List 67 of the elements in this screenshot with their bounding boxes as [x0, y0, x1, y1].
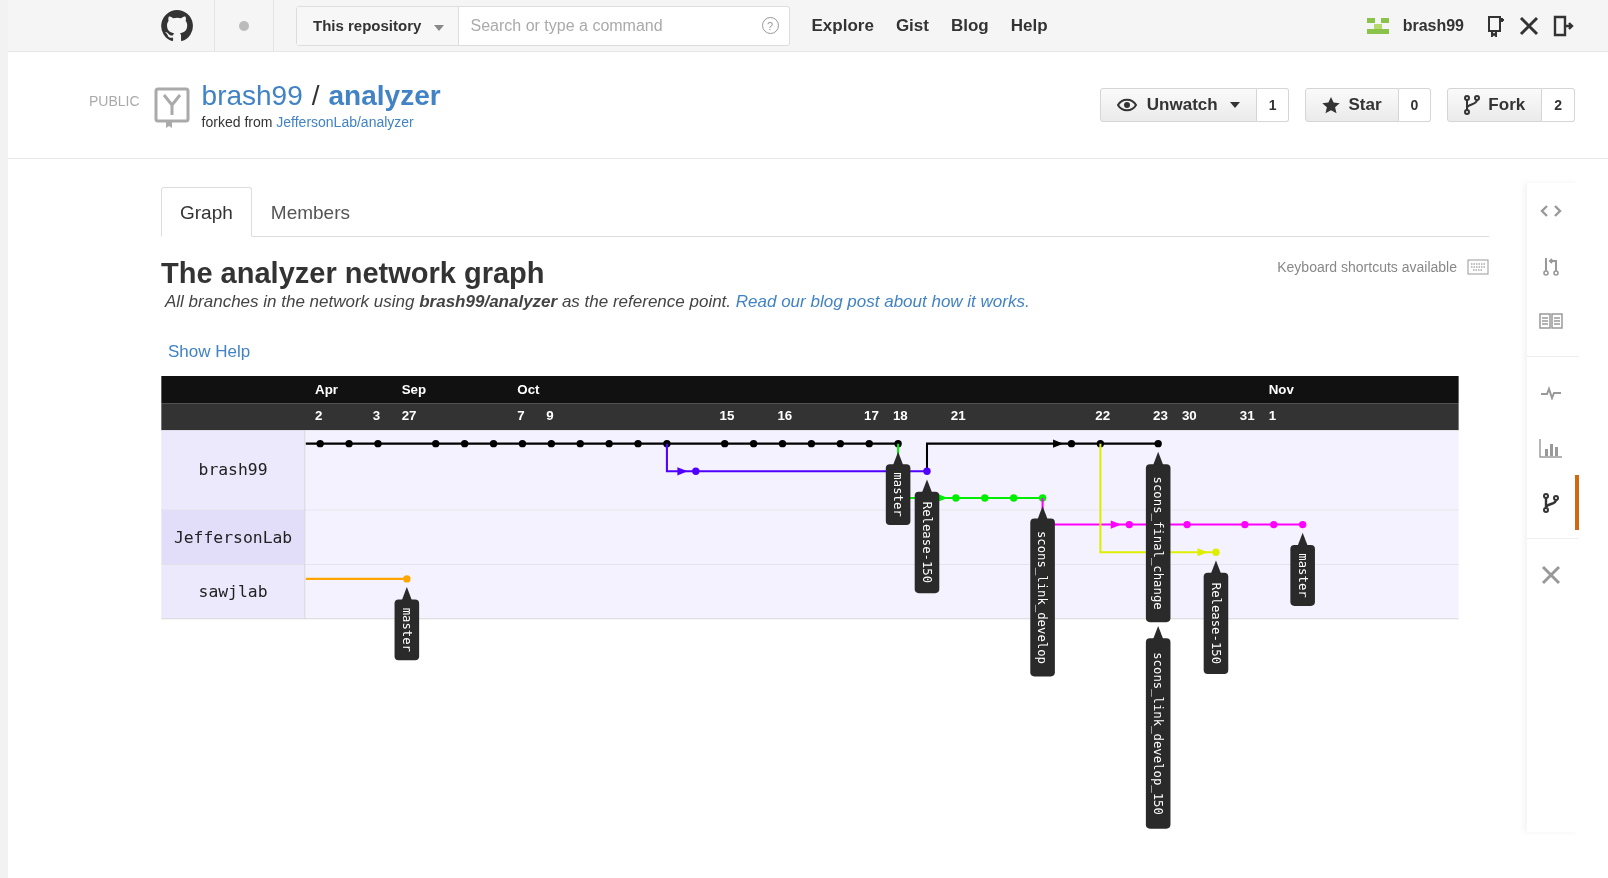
forked-label: forked from: [201, 114, 273, 130]
month-label: Sep: [401, 382, 427, 398]
scope-dropdown[interactable]: This repository: [297, 6, 459, 45]
date-label: 1: [1268, 408, 1277, 424]
show-help-link[interactable]: Show Help: [168, 342, 251, 362]
nav-link[interactable]: Gist: [895, 15, 929, 36]
month-label: Apr: [315, 382, 338, 398]
date-label: 31: [1239, 408, 1255, 424]
fork-icon: [1464, 95, 1481, 115]
tab[interactable]: Members: [251, 187, 369, 237]
pulse-icon: [1540, 385, 1562, 400]
status-dot-icon: [239, 20, 249, 31]
shortcuts-hint: Keyboard shortcuts available: [1277, 259, 1457, 275]
path-separator: /: [311, 80, 320, 111]
date-label: 27: [401, 408, 417, 424]
date-label: 15: [719, 408, 735, 424]
date-label: 17: [864, 408, 879, 424]
repo-name-link[interactable]: analyzer: [328, 80, 441, 111]
tab[interactable]: Graph: [161, 187, 252, 237]
count-badge[interactable]: 0: [1398, 88, 1432, 122]
sign-out-icon[interactable]: [1552, 14, 1574, 37]
repo-action-button[interactable]: Fork: [1447, 88, 1543, 122]
count-badge[interactable]: 1: [1256, 88, 1290, 122]
repo-icon: [153, 87, 190, 129]
month-label: Nov: [1268, 382, 1294, 398]
date-label: 23: [1153, 408, 1168, 424]
branch-icon: [1543, 492, 1559, 513]
date-label: 22: [1095, 408, 1111, 424]
settings-icon[interactable]: [1518, 14, 1540, 37]
eye-icon: [1116, 97, 1139, 113]
code-icon: [1540, 203, 1562, 218]
nav-link[interactable]: Explore: [811, 15, 874, 36]
date-label: 3: [372, 408, 381, 424]
user-link[interactable]: brash99: [1402, 16, 1464, 35]
bar-graph-icon: [1539, 437, 1563, 458]
date-label: 16: [777, 408, 793, 424]
date-label: 2: [315, 408, 323, 424]
keyboard-icon[interactable]: [1467, 259, 1489, 275]
date-label: 7: [517, 408, 525, 424]
subtitle: All branches in the network using brash99/analyzer as the reference point.: [165, 292, 732, 311]
date-label: 9: [546, 408, 554, 424]
repo-action-button[interactable]: Unwatch: [1099, 88, 1257, 122]
star-icon: [1322, 96, 1341, 114]
avatar-icon[interactable]: [1364, 15, 1391, 36]
month-label: Oct: [517, 382, 540, 398]
caret-icon: [433, 25, 444, 31]
owner-link[interactable]: brash99: [201, 80, 303, 111]
pull-request-icon: [1542, 255, 1560, 276]
book-icon: [1539, 312, 1563, 329]
repo-action-button[interactable]: Star: [1305, 88, 1399, 122]
user-label: brash99: [198, 460, 268, 480]
user-label: sawjlab: [198, 581, 268, 601]
visibility-label: PUBLIC: [89, 93, 140, 109]
date-label: 18: [893, 408, 908, 424]
page-title: The analyzer network graph: [161, 257, 545, 290]
settings-icon: [1540, 563, 1562, 586]
fork-source-link[interactable]: JeffersonLab/analyzer: [276, 114, 414, 130]
nav-link[interactable]: Blog: [950, 15, 989, 36]
count-badge[interactable]: 2: [1542, 88, 1575, 122]
nav-link[interactable]: Help: [1010, 15, 1048, 36]
date-label: 21: [950, 408, 966, 424]
caret-icon: [1229, 102, 1240, 108]
blog-link[interactable]: Read our blog post about how it works.: [735, 292, 1030, 311]
logo-icon[interactable]: [160, 8, 194, 43]
date-label: 30: [1181, 408, 1197, 424]
new-repo-icon[interactable]: [1486, 14, 1506, 37]
user-label: JeffersonLab: [173, 527, 293, 547]
